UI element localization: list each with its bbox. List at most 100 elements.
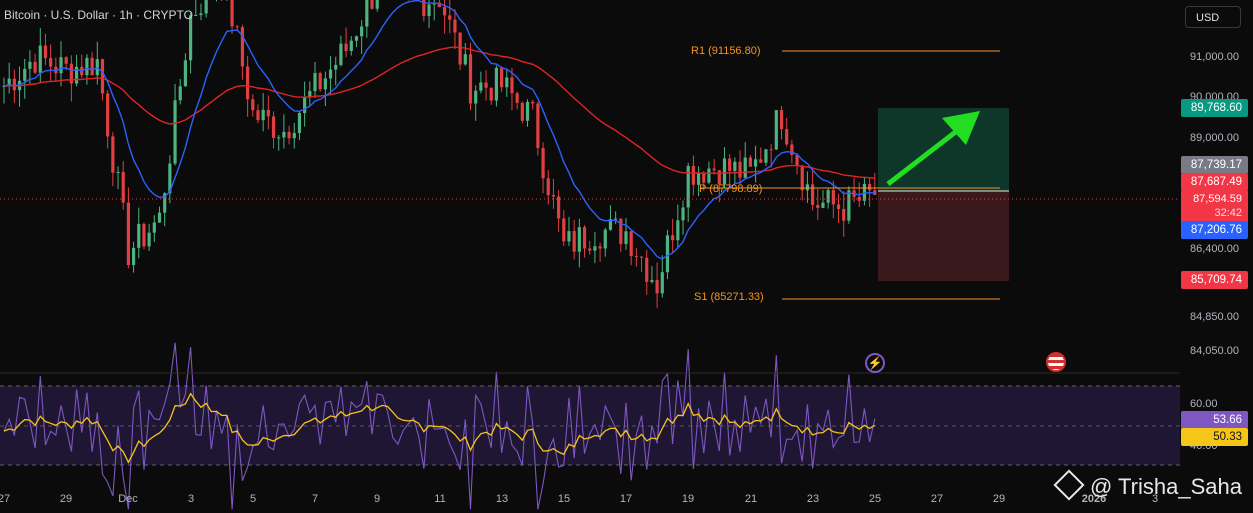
candle-body: [603, 229, 607, 249]
candle-body: [448, 15, 452, 20]
lightning-icon[interactable]: ⚡: [865, 353, 885, 373]
candle-body: [614, 218, 618, 220]
time-axis-label: 27: [0, 493, 11, 505]
rsi-signal-tag: 50.33: [1181, 428, 1248, 446]
candle-body: [442, 7, 447, 16]
candle-body: [59, 57, 63, 74]
candle-body: [515, 93, 519, 103]
candle-body: [800, 165, 804, 191]
candle-body: [759, 159, 763, 163]
watermark-text: @ Trisha_Saha: [1090, 474, 1242, 499]
candle-body: [126, 202, 130, 266]
candle-body: [847, 190, 851, 221]
candle-body: [557, 196, 561, 219]
candle-body: [681, 207, 685, 221]
ema-blue-price-tag: 87,206.76: [1181, 221, 1248, 239]
candle-body: [764, 149, 768, 163]
candle-body: [748, 157, 752, 167]
candle-body: [339, 43, 343, 65]
candle-body: [204, 0, 208, 14]
candle-body: [743, 157, 747, 178]
candle-body: [266, 109, 270, 117]
candle-body: [271, 116, 276, 138]
rsi-axis-label: 60.00: [1190, 398, 1218, 410]
candle-body: [702, 172, 706, 183]
candle-body: [484, 82, 488, 88]
candle-body: [546, 178, 550, 196]
candle-body: [33, 61, 37, 73]
candle-body: [427, 4, 431, 17]
candle-body: [360, 26, 364, 37]
candle-body: [313, 73, 317, 92]
time-axis-label: 13: [495, 493, 509, 505]
candle-body: [334, 64, 338, 70]
candle-body: [712, 168, 716, 171]
candle-body: [531, 101, 535, 104]
candle-body: [551, 195, 556, 197]
candle-body: [370, 0, 374, 9]
candle-body: [572, 231, 576, 252]
candle-body: [365, 0, 369, 27]
candle-body: [64, 57, 68, 64]
candle-body: [303, 96, 307, 114]
candle-body: [328, 69, 333, 79]
candle-body: [354, 36, 359, 41]
us-flag-icon[interactable]: [1046, 352, 1066, 372]
candle-body: [785, 129, 789, 145]
stop-price-tag: 85,709.74: [1181, 271, 1248, 289]
candle-body: [23, 68, 27, 81]
entry-price-tag: 87,687.49: [1181, 173, 1248, 191]
candle-body: [375, 0, 379, 9]
candle-body: [582, 227, 587, 249]
candle-body: [453, 19, 457, 33]
time-axis-label: 19: [681, 493, 695, 505]
candle-body: [131, 247, 136, 266]
candle-body: [282, 131, 286, 138]
candle-body: [811, 184, 815, 205]
price-chart[interactable]: [0, 0, 1253, 513]
candle-body: [121, 171, 125, 203]
candle-body: [95, 59, 99, 76]
candle-body: [494, 67, 499, 101]
candle-body: [500, 67, 504, 88]
candle-body: [805, 184, 810, 191]
time-axis-label: 21: [744, 493, 758, 505]
time-axis-label: 5: [249, 493, 257, 505]
time-axis-label: 17: [619, 493, 633, 505]
candle-body: [779, 110, 784, 130]
candle-body: [665, 235, 670, 273]
price-axis-label: 84,850.00: [1190, 311, 1239, 323]
candle-body: [836, 204, 841, 209]
candle-body: [645, 257, 649, 282]
candle-body: [178, 86, 182, 101]
candle-body: [733, 161, 737, 171]
candle-body: [142, 223, 146, 247]
time-axis-label: Dec: [118, 493, 138, 505]
candle-body: [624, 231, 628, 244]
time-axis-label: 23: [806, 493, 820, 505]
candle-body: [769, 149, 773, 151]
candle-body: [536, 103, 540, 149]
candle-body: [593, 246, 597, 251]
candle-body: [147, 232, 151, 247]
candle-body: [287, 131, 291, 139]
candle-body: [85, 57, 89, 76]
candle-body: [344, 43, 348, 52]
candle-body: [639, 256, 644, 258]
candle-body: [230, 0, 234, 27]
candle-body: [753, 159, 758, 167]
rsi-value-tag: 53.66: [1181, 411, 1248, 429]
time-axis-label: 15: [557, 493, 571, 505]
candle-body: [116, 171, 120, 173]
candle-body: [525, 101, 530, 121]
candle-body: [722, 158, 727, 185]
candle-body: [318, 73, 322, 90]
candle-body: [660, 272, 664, 294]
s1-label: S1 (85271.33): [694, 291, 764, 303]
price-axis-label: 84,050.00: [1190, 345, 1239, 357]
candle-body: [474, 90, 478, 104]
currency-button[interactable]: USD: [1185, 6, 1241, 28]
candle-body: [111, 136, 115, 173]
candle-body: [868, 183, 872, 191]
pivot-label: P (87798.89): [699, 183, 763, 195]
